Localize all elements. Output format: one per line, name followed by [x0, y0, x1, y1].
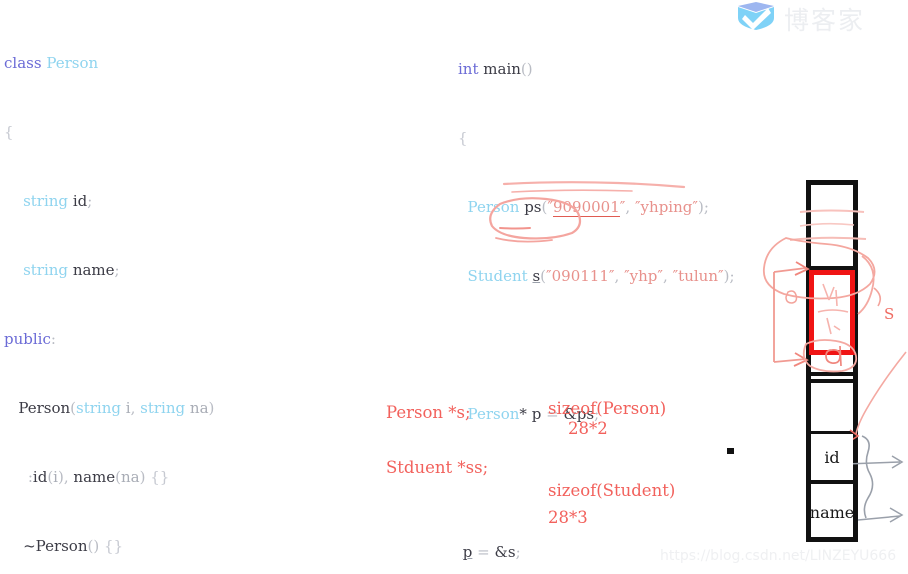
memory-cell-name: name — [810, 488, 854, 537]
memory-cell — [811, 185, 853, 270]
code-block-class-definitions: class Person { string id; string name; p… — [4, 54, 215, 555]
annotation-student-pointer-decl: Stduent *ss; — [386, 458, 489, 477]
annotation-sizeof-student-value: 28*3 — [548, 508, 588, 527]
black-dot-marker — [727, 448, 734, 454]
annotation-s-mark: S — [884, 305, 895, 323]
screenshot-canvas: class Person { string id; string name; p… — [0, 0, 908, 574]
memory-cell-spacer — [811, 372, 853, 376]
memory-cell — [811, 355, 853, 435]
annotation-sizeof-person-label: sizeof(Person) — [548, 399, 667, 418]
annotation-person-pointer-decl: Person *s; — [386, 403, 471, 422]
logo-watermark-text: 博客家 — [784, 6, 866, 35]
csdn-logo-icon — [738, 2, 774, 30]
annotation-sizeof-person-value: 28*2 — [568, 419, 608, 438]
annotation-sizeof-student-label: sizeof(Student) — [548, 481, 676, 500]
memory-cell-id: id — [811, 434, 853, 484]
memory-cell-spacer-2 — [811, 379, 853, 383]
blog-url-watermark: https://blog.csdn.net/LINZEYU666 — [660, 548, 897, 564]
memory-cell-highlighted — [809, 270, 855, 355]
